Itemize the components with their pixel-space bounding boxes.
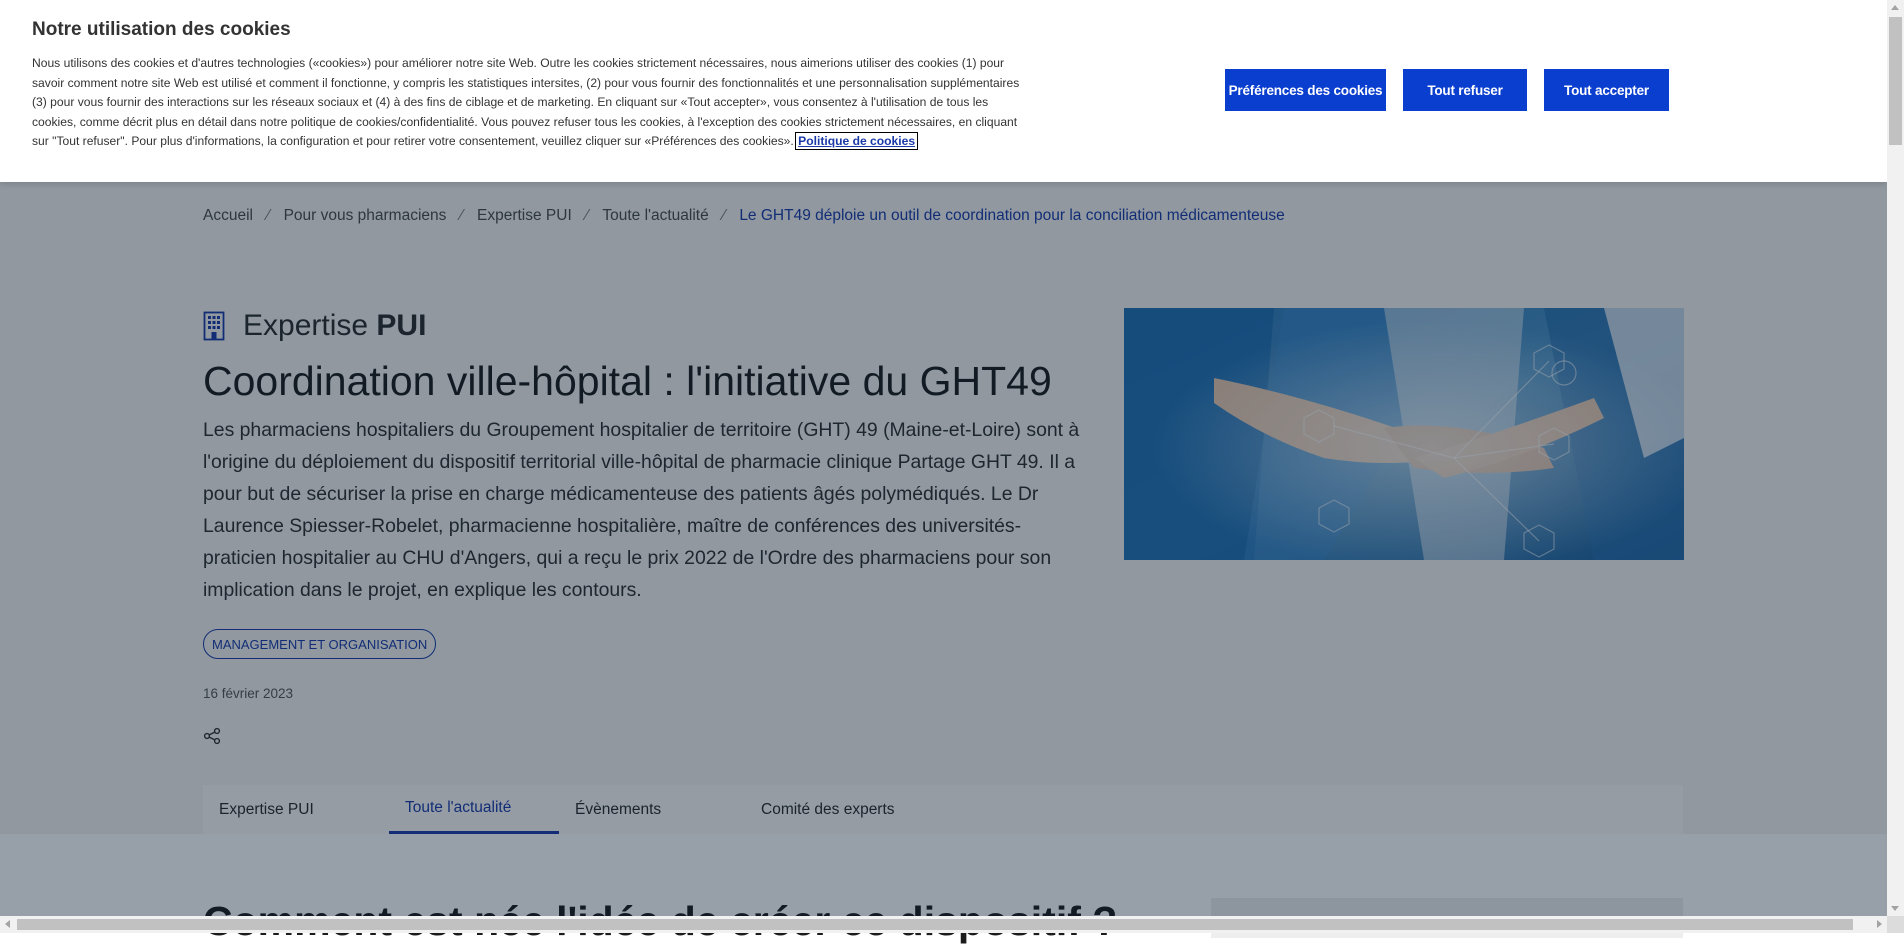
- scroll-down-icon[interactable]: [1891, 906, 1899, 911]
- scrollbar-corner: [1887, 916, 1904, 933]
- refuse-all-button[interactable]: Tout refuser: [1403, 69, 1527, 111]
- vertical-scrollbar[interactable]: [1887, 0, 1904, 916]
- vertical-scroll-thumb[interactable]: [1889, 17, 1902, 145]
- scroll-up-icon[interactable]: [1891, 5, 1899, 10]
- horizontal-scroll-thumb[interactable]: [17, 919, 1853, 930]
- cookie-banner: Notre utilisation des cookies Nous utili…: [0, 0, 1887, 182]
- cookie-preferences-button[interactable]: Préférences des cookies: [1225, 69, 1386, 111]
- scroll-left-icon[interactable]: [5, 920, 10, 928]
- cookie-banner-text: Nous utilisons des cookies et d'autres t…: [32, 54, 1032, 152]
- accept-all-button[interactable]: Tout accepter: [1544, 69, 1669, 111]
- cookie-banner-title: Notre utilisation des cookies: [32, 19, 291, 40]
- scroll-right-icon[interactable]: [1877, 920, 1882, 928]
- horizontal-scrollbar[interactable]: [0, 916, 1887, 933]
- cookie-policy-link[interactable]: Politique de cookies: [795, 132, 919, 151]
